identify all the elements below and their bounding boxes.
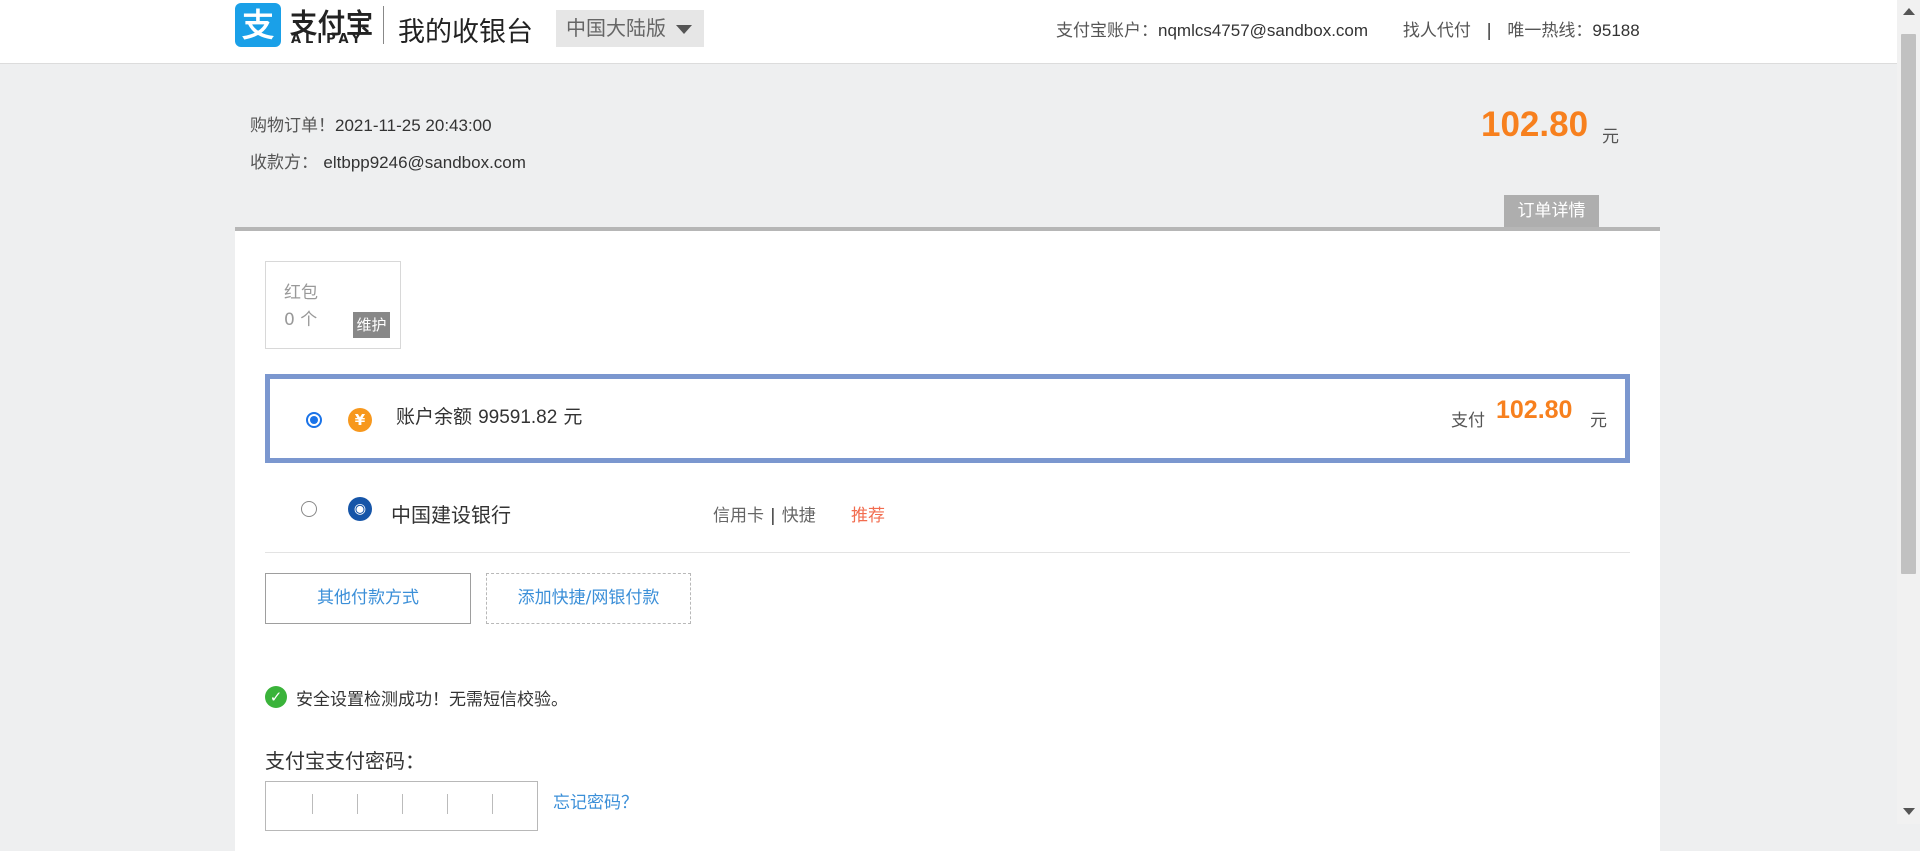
password-digit-divider (492, 794, 493, 814)
payee-label: 收款方： (250, 153, 318, 173)
pay-unit: 元 (1590, 411, 1607, 431)
hongbao-count: 0 个 (284, 310, 318, 330)
hotline-label: 唯一热线： (1507, 21, 1593, 41)
password-label: 支付宝支付密码： (265, 749, 425, 773)
logo-text-en: ALIPAY (291, 32, 365, 47)
card-type: 信用卡 | 快捷 (713, 501, 816, 526)
card-type-label: 信用卡 (713, 506, 764, 526)
hotline-value: 95188 (1592, 21, 1640, 40)
add-quick-payment-button[interactable]: 添加快捷/网银付款 (486, 573, 691, 624)
other-payment-methods-button[interactable]: 其他付款方式 (265, 573, 471, 624)
password-digit-divider (357, 794, 358, 814)
balance-unit: 元 (563, 406, 583, 428)
order-detail-button[interactable]: 订单详情 (1504, 195, 1599, 227)
total-amount: 102.80 (1481, 105, 1589, 144)
agent-pay-link[interactable]: 找人代付 (1403, 21, 1471, 41)
order-label: 购物订单！ (250, 116, 335, 136)
region-dropdown[interactable]: 中国大陆版 (556, 10, 704, 47)
order-info: 购物订单！2021-11-25 20:43:00 (250, 111, 492, 136)
account-info: 支付宝账户：nqmlcs4757@sandbox.com 找人代付 | 唯一热线… (1056, 16, 1640, 41)
order-time: 2021-11-25 20:43:00 (335, 116, 492, 135)
caret-down-icon (676, 25, 692, 34)
separator: | (1486, 21, 1492, 41)
separator: | (770, 506, 776, 526)
pay-amount: 102.80 (1496, 396, 1573, 424)
ccb-bank-icon: ◉ (348, 497, 372, 521)
balance-amount: 99591.82 (478, 407, 558, 428)
bank-radio[interactable] (301, 501, 317, 517)
top-bar: 支 支付宝 ALIPAY 我的收银台 中国大陆版 支付宝账户：nqmlcs475… (0, 0, 1897, 64)
balance-title: 账户余额 (396, 406, 473, 428)
account-value: nqmlcs4757@sandbox.com (1158, 21, 1369, 40)
page-title: 我的收银台 (398, 17, 533, 48)
alipay-logo-icon[interactable]: 支 (235, 3, 281, 47)
yuan-icon: ¥ (348, 408, 372, 432)
account-label: 支付宝账户： (1056, 21, 1158, 41)
bank-name: 中国建设银行 (391, 503, 511, 527)
security-message: 安全设置检测成功！无需短信校验。 (296, 690, 568, 710)
balance-radio[interactable] (306, 412, 322, 428)
payee-value: eltbpp9246@sandbox.com (323, 153, 526, 172)
payment-option-balance[interactable]: ¥ 账户余额 99591.82 元 支付 102.80 元 (265, 374, 1630, 463)
password-digit-divider (312, 794, 313, 814)
logo-divider (383, 6, 384, 44)
password-digit-divider (402, 794, 403, 814)
hongbao-label: 红包 (284, 283, 318, 303)
scroll-up-arrow-icon[interactable] (1903, 8, 1915, 15)
scroll-thumb[interactable] (1901, 34, 1916, 574)
forgot-password-link[interactable]: 忘记密码？ (553, 788, 638, 813)
recommend-tag: 推荐 (851, 506, 885, 526)
total-unit: 元 (1602, 127, 1619, 147)
region-label: 中国大陆版 (566, 16, 666, 40)
vertical-scrollbar[interactable] (1897, 0, 1920, 824)
balance-label: 账户余额 99591.82 元 (396, 402, 582, 429)
password-digit-divider (447, 794, 448, 814)
scroll-down-arrow-icon[interactable] (1903, 808, 1915, 815)
card-mode-label: 快捷 (781, 506, 816, 526)
payment-option-bank[interactable]: ◉ 中国建设银行 信用卡 | 快捷 推荐 (265, 463, 1630, 553)
maintenance-badge: 维护 (353, 312, 390, 338)
pay-prefix: 支付 (1451, 411, 1485, 431)
check-circle-icon: ✓ (265, 686, 287, 708)
hongbao-card[interactable]: 红包 0 个 维护 (265, 261, 401, 349)
payee-info: 收款方： eltbpp9246@sandbox.com (250, 148, 526, 173)
